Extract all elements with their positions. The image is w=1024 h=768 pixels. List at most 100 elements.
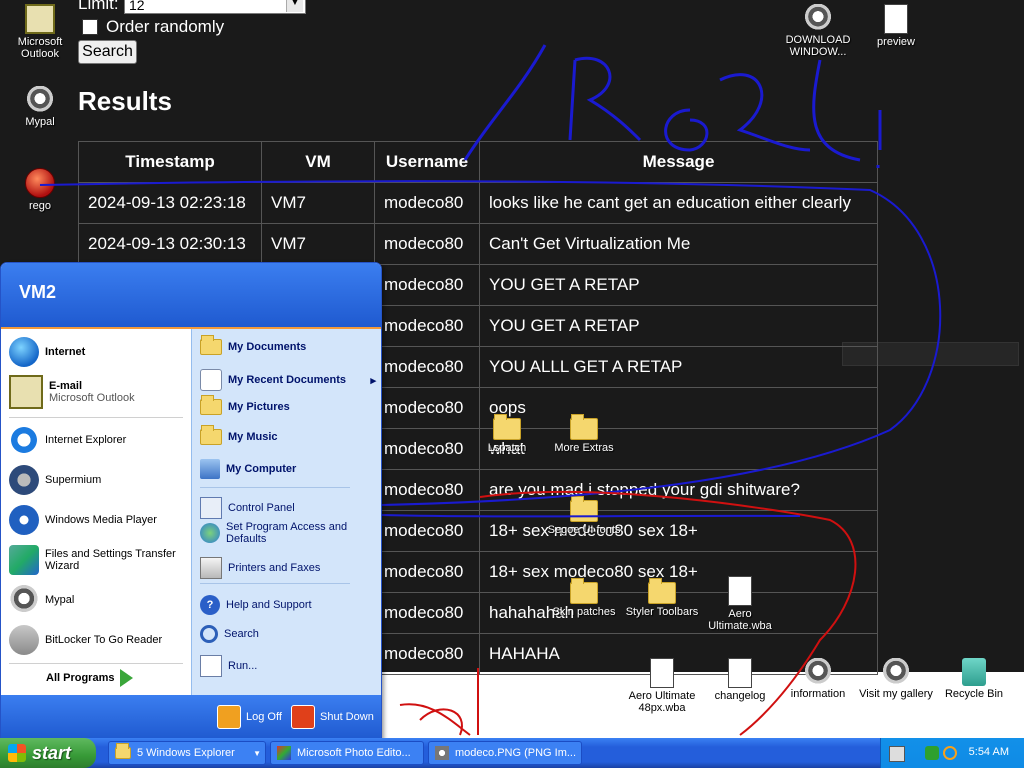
desktop-icon-rego[interactable]: rego <box>0 168 80 212</box>
power-icon <box>291 705 315 729</box>
folder-icon <box>648 578 676 604</box>
desktop-icon-label: changelog <box>714 690 766 702</box>
outlook-icon <box>9 375 43 409</box>
desktop-icon-lspatch[interactable]: Lspatch <box>467 414 547 454</box>
folder-icon <box>115 743 131 759</box>
start-item-internet[interactable]: Internet <box>9 337 85 367</box>
desktop-icon-mypal[interactable]: Mypal <box>0 86 80 128</box>
start-item-mypal[interactable]: Mypal <box>9 585 74 615</box>
cell-username: modeco80 <box>374 264 480 306</box>
start-item-label: Printers and Faxes <box>228 562 321 574</box>
desktop-icon-more-extras[interactable]: More Extras <box>544 414 624 454</box>
start-item-run[interactable]: Run... <box>200 655 257 677</box>
start-menu-user: VM2 <box>1 263 381 329</box>
start-item-sublabel: Microsoft Outlook <box>49 392 135 404</box>
help-icon: ? <box>200 595 220 615</box>
start-item-spad[interactable]: Set Program Access and Defaults <box>200 521 360 545</box>
start-item-bitlocker[interactable]: BitLocker To Go Reader <box>9 625 162 655</box>
desktop-icon-recycle-bin[interactable]: Recycle Bin <box>934 658 1014 700</box>
start-item-help[interactable]: ? Help and Support <box>200 595 312 615</box>
system-tray: 5:54 AM <box>880 738 1024 768</box>
desktop-icon-label: Recycle Bin <box>944 688 1004 700</box>
desktop-icon-preview[interactable]: preview <box>856 4 936 48</box>
taskbar-button-image-viewer[interactable]: modeco.PNG (PNG Im... <box>428 741 582 765</box>
start-item-label: Set Program Access and Defaults <box>226 521 348 545</box>
supermium-icon <box>9 465 39 495</box>
desktop-icon-changelog[interactable]: changelog <box>700 658 780 702</box>
desktop-icon-label: information <box>790 688 846 700</box>
start-item-label: Internet <box>45 346 86 358</box>
desktop-icon-styler[interactable]: Styler Toolbars <box>622 578 702 618</box>
folder-icon <box>570 578 598 604</box>
start-item-label: Supermium <box>45 474 102 486</box>
computer-icon <box>200 459 220 479</box>
start-item-my-pictures[interactable]: My Pictures <box>200 395 290 415</box>
start-button[interactable]: start <box>0 738 96 768</box>
order-randomly-checkbox[interactable] <box>82 19 98 35</box>
start-item-supermium[interactable]: Supermium <box>9 465 101 495</box>
recycle-bin-icon <box>962 658 986 686</box>
log-off-button[interactable]: Log Off <box>217 705 282 729</box>
start-item-printers[interactable]: Printers and Faxes <box>200 557 320 579</box>
limit-select[interactable]: 12 ▼ <box>124 0 306 14</box>
separator <box>200 487 350 488</box>
start-item-label: Windows Media Player <box>45 514 157 526</box>
key-icon <box>9 625 39 655</box>
desktop-icon-segoe[interactable]: Segoe UI fonts <box>544 496 624 536</box>
table-row: 2024-09-13 02:23:18 VM7 modeco80 looks like… <box>78 182 878 224</box>
search-button[interactable]: Search <box>78 40 137 64</box>
desktop-icon-gallery[interactable]: Visit my gallery <box>856 658 936 700</box>
rego-icon <box>25 168 55 198</box>
limit-value: 12 <box>129 0 145 13</box>
start-item-label: Help and Support <box>226 599 312 611</box>
run-icon <box>200 655 222 677</box>
start-item-fast[interactable]: Files and Settings Transfer Wizard <box>9 545 179 575</box>
desktop-icon-download[interactable]: DOWNLOAD WINDOW... <box>778 4 858 58</box>
search-icon[interactable] <box>943 746 957 760</box>
start-item-control-panel[interactable]: Control Panel <box>200 497 295 519</box>
start-item-my-computer[interactable]: My Computer <box>200 459 296 479</box>
start-item-label: My Music <box>228 431 278 443</box>
chevron-down-icon[interactable]: ▼ <box>286 0 303 12</box>
cell-username: modeco80 <box>374 510 480 552</box>
cell-message: are you mad i stopped your gdi shitware? <box>479 469 878 511</box>
keyboard-icon[interactable] <box>889 746 905 762</box>
desktop-icon-label: Visit my gallery <box>859 688 933 700</box>
start-item-ie[interactable]: Internet Explorer <box>9 425 126 455</box>
shut-down-label: Shut Down <box>320 711 374 723</box>
raccoon-icon <box>803 658 833 686</box>
desktop-icon-outlook[interactable]: Microsoft Outlook <box>0 4 80 60</box>
clock: 5:54 AM <box>968 746 1009 758</box>
desktop-icon-information[interactable]: information <box>778 658 858 700</box>
table-row: 2024-09-13 02:30:13 VM7 modeco80 Can't Get … <box>78 223 878 265</box>
taskbar-button-explorer[interactable]: 5 Windows Explorer ▼ <box>108 741 266 765</box>
globe-icon <box>9 337 39 367</box>
cell-username: modeco80 <box>374 223 480 265</box>
shut-down-button[interactable]: Shut Down <box>291 705 374 729</box>
start-item-my-music[interactable]: My Music <box>200 425 278 445</box>
start-item-wmp[interactable]: Windows Media Player <box>9 505 157 535</box>
all-programs-button[interactable]: All Programs <box>46 669 134 687</box>
desktop-icon-label: Lspatch <box>487 442 527 454</box>
cell-username: modeco80 <box>374 305 480 347</box>
cell-username: modeco80 <box>374 387 480 429</box>
key-icon <box>217 705 241 729</box>
network-icon[interactable] <box>925 746 939 760</box>
start-item-label: Run... <box>228 660 258 672</box>
start-item-my-documents[interactable]: My Documents <box>200 335 306 355</box>
start-item-email[interactable]: E-mail Microsoft Outlook <box>9 375 135 409</box>
desktop-icon-label: More Extras <box>554 442 614 454</box>
desktop-icon-aero48[interactable]: Aero Ultimate 48px.wba <box>622 658 702 714</box>
ie-icon <box>9 425 39 455</box>
program-access-icon <box>200 523 220 543</box>
cell-message: Can't Get Virtualization Me <box>479 223 878 265</box>
start-item-search[interactable]: Search <box>200 625 259 643</box>
taskbar-button-photo-editor[interactable]: Microsoft Photo Edito... <box>270 741 424 765</box>
start-item-label: My Computer <box>226 463 297 475</box>
desktop-icon-skin-patches[interactable]: Skin patches <box>544 578 624 618</box>
column-header: Message <box>479 141 878 183</box>
desktop-icon-aero-wba[interactable]: Aero Ultimate.wba <box>700 576 780 632</box>
taskbar-button-label: Microsoft Photo Edito... <box>297 747 411 759</box>
start-item-recent-documents[interactable]: My Recent Documents ▸ <box>200 369 376 391</box>
desktop-icon-label: Aero Ultimate.wba <box>708 608 772 632</box>
